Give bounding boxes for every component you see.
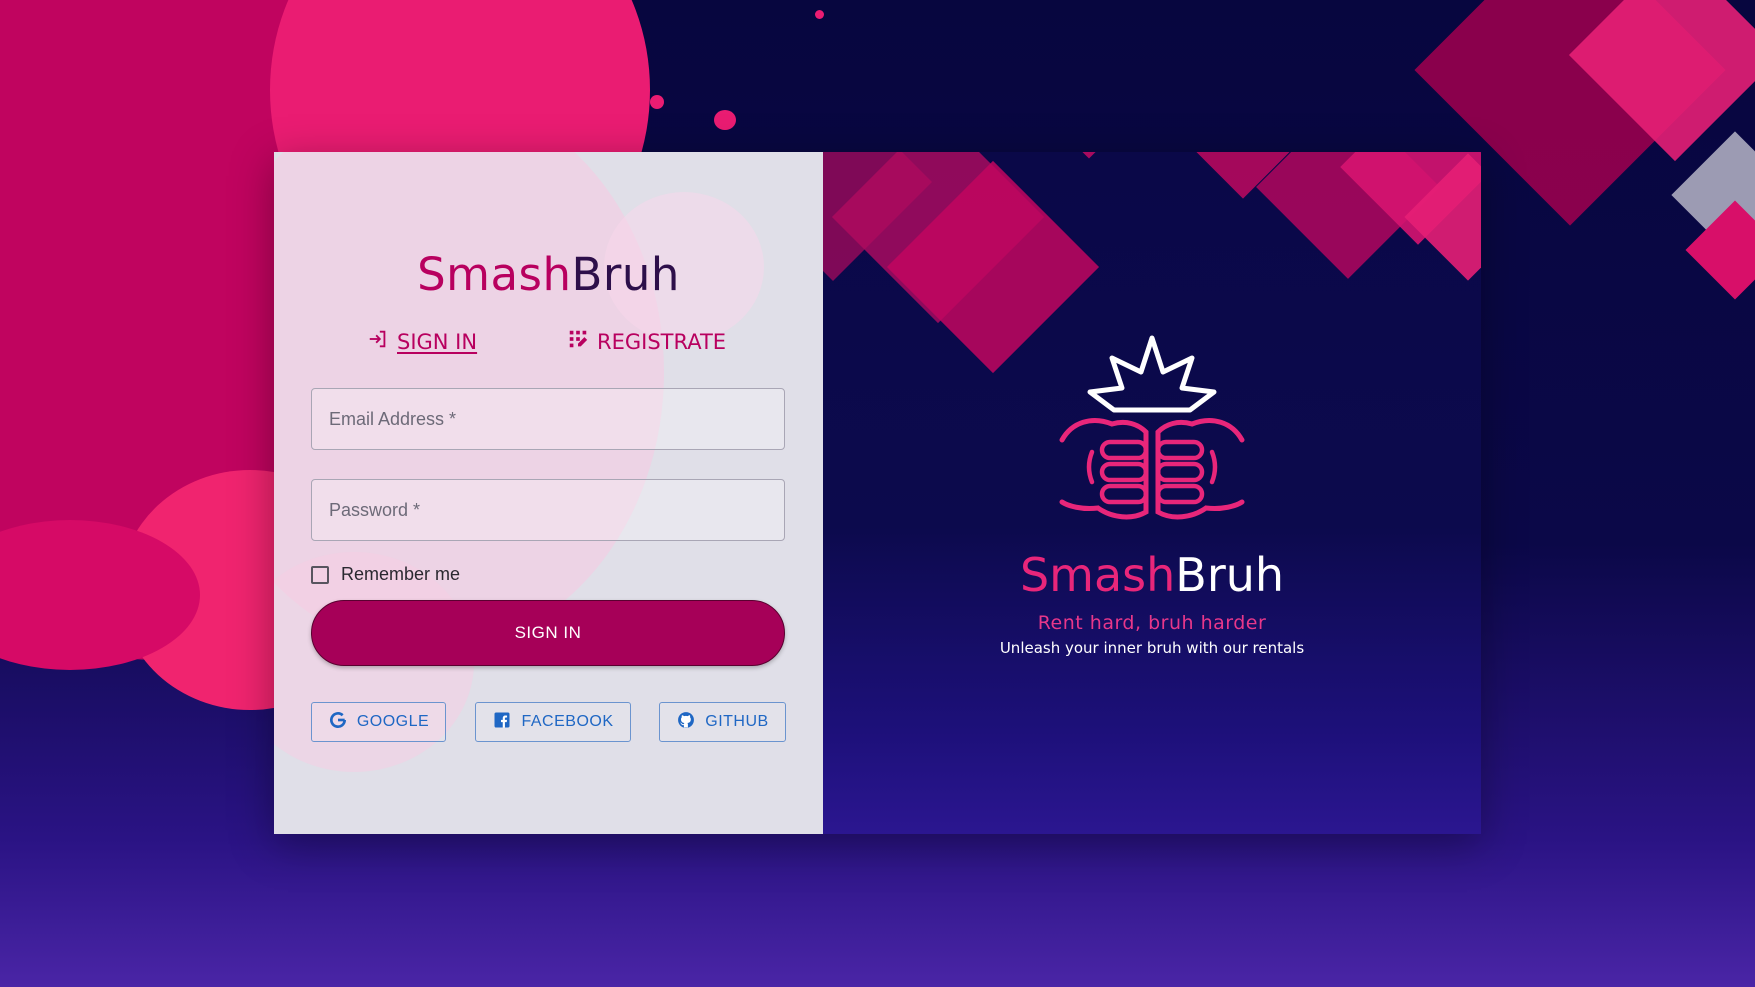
hero-title: SmashBruh (823, 548, 1481, 602)
hero-panel: SmashBruh Rent hard, bruh harder Unleash… (823, 152, 1481, 834)
remember-me-label: Remember me (341, 564, 461, 584)
remember-me: Remember me (311, 564, 460, 585)
facebook-button[interactable]: FACEBOOK (475, 702, 631, 742)
facebook-icon (492, 710, 512, 735)
paint-drop (714, 110, 736, 130)
password-field (311, 479, 785, 541)
brand-title-bruh: Bruh (571, 248, 680, 301)
tab-sign-in-label: SIGN IN (397, 329, 478, 354)
github-icon (676, 710, 696, 735)
email-input[interactable] (327, 388, 784, 450)
google-button[interactable]: GOOGLE (311, 702, 446, 742)
google-icon (328, 710, 348, 735)
hero-title-smash: Smash (1019, 548, 1176, 602)
paint-drop (650, 95, 664, 109)
login-card: SmashBruh SIGN IN REGISTRATE Email Addre… (274, 152, 1481, 834)
sign-in-panel: SmashBruh SIGN IN REGISTRATE Email Addre… (274, 152, 823, 834)
tab-sign-in[interactable]: SIGN IN (367, 328, 477, 355)
tab-registrate-label: REGISTRATE (597, 329, 727, 354)
brand-title: SmashBruh (274, 248, 823, 301)
diamond-shape (1073, 152, 1105, 159)
hero-logo (823, 332, 1481, 537)
auth-tabs: SIGN IN REGISTRATE (274, 328, 823, 360)
fist-bump-burst-icon (1042, 335, 1262, 536)
remember-me-checkbox[interactable] (311, 565, 329, 584)
sign-in-button[interactable]: SIGN IN (311, 600, 785, 666)
password-input[interactable] (327, 479, 784, 541)
google-button-label: GOOGLE (356, 713, 430, 730)
hero-slogan: Rent hard, bruh harder (1037, 612, 1267, 634)
github-button[interactable]: GITHUB (659, 702, 786, 742)
tab-registrate[interactable]: REGISTRATE (567, 328, 726, 355)
paint-drop (815, 10, 824, 19)
brand-title-smash: Smash (417, 248, 572, 301)
login-icon (367, 328, 389, 355)
hero-tagline: Unleash your inner bruh with our rentals (999, 639, 1305, 657)
facebook-button-label: FACEBOOK (521, 713, 614, 730)
app-registration-icon (567, 328, 589, 355)
email-field (311, 388, 785, 450)
github-button-label: GITHUB (705, 713, 769, 730)
hero-title-bruh: Bruh (1175, 548, 1285, 602)
